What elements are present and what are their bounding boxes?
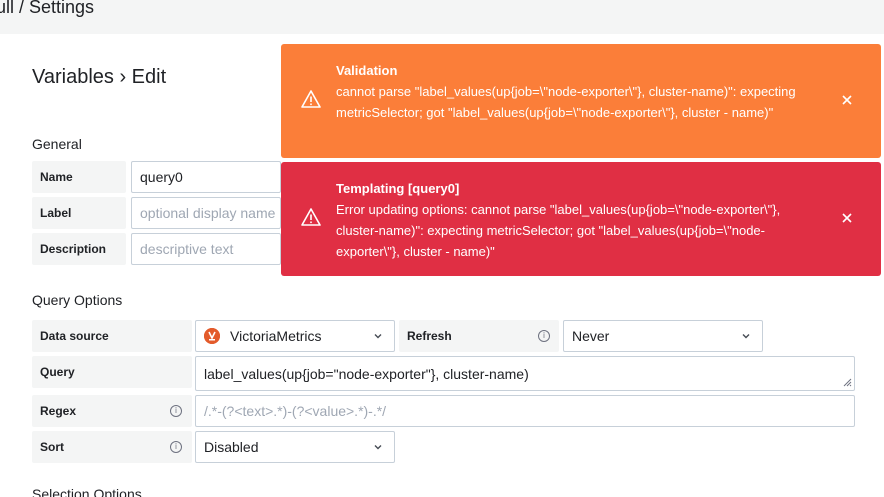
sort-info-icon[interactable]: i — [170, 441, 182, 453]
refresh-select[interactable]: Never — [563, 320, 763, 352]
validation-alert-message: cannot parse "label_values(up{job=\"node… — [336, 84, 796, 120]
refresh-chevron-down-icon — [742, 334, 750, 339]
templating-alert-title: Templating [query0] — [336, 181, 460, 196]
templating-alert: Templating [query0] Error updating optio… — [281, 162, 881, 276]
description-placeholder: descriptive text — [140, 241, 234, 257]
close-icon[interactable] — [841, 94, 853, 106]
sort-chevron-down-icon — [374, 445, 382, 450]
datasource-value: VictoriaMetrics — [230, 328, 322, 344]
description-label: Description — [32, 233, 126, 265]
exclamation-triangle-icon — [301, 90, 321, 108]
label-label: Label — [32, 197, 126, 229]
label-placeholder: optional display name — [140, 205, 276, 221]
description-input[interactable]: descriptive text — [131, 233, 281, 265]
name-label: Name — [32, 161, 126, 193]
refresh-label: Refresh — [399, 320, 559, 352]
sort-label: Sort — [32, 431, 192, 463]
regex-placeholder: /.*-(?<text>.*)-(?<value>.*)-.*/ — [204, 403, 387, 419]
page-title: Variables › Edit — [32, 66, 167, 88]
validation-alert: Validation cannot parse "label_values(up… — [281, 44, 881, 158]
breadcrumb[interactable]: ull / Settings — [0, 0, 94, 18]
templating-alert-message: Error updating options: cannot parse "la… — [336, 202, 781, 259]
sort-value: Disabled — [204, 439, 259, 455]
victoriametrics-logo-icon — [204, 328, 220, 344]
refresh-value: Never — [572, 328, 610, 344]
exclamation-triangle-icon — [301, 208, 321, 226]
query-options-title: Query Options — [32, 292, 123, 308]
query-label: Query — [32, 356, 192, 388]
resize-handle-icon[interactable] — [842, 377, 852, 387]
name-input[interactable]: query0 — [131, 161, 281, 193]
sort-select[interactable]: Disabled — [195, 431, 395, 463]
selection-options-title: Selection Options — [32, 486, 142, 497]
query-textarea[interactable]: label_values(up{job="node-exporter"}, cl… — [195, 356, 855, 391]
datasource-label: Data source — [32, 320, 192, 352]
datasource-chevron-down-icon — [374, 334, 382, 339]
top-bar: ull / Settings — [0, 0, 884, 34]
regex-input[interactable]: /.*-(?<text>.*)-(?<value>.*)-.*/ — [195, 395, 855, 427]
close-icon[interactable] — [841, 212, 853, 224]
label-input[interactable]: optional display name — [131, 197, 281, 229]
general-section-title: General — [32, 136, 82, 152]
regex-info-icon[interactable]: i — [170, 405, 182, 417]
validation-alert-title: Validation — [336, 63, 398, 78]
regex-label: Regex — [32, 395, 192, 427]
datasource-select[interactable]: VictoriaMetrics — [195, 320, 395, 352]
refresh-info-icon[interactable]: i — [538, 330, 550, 342]
